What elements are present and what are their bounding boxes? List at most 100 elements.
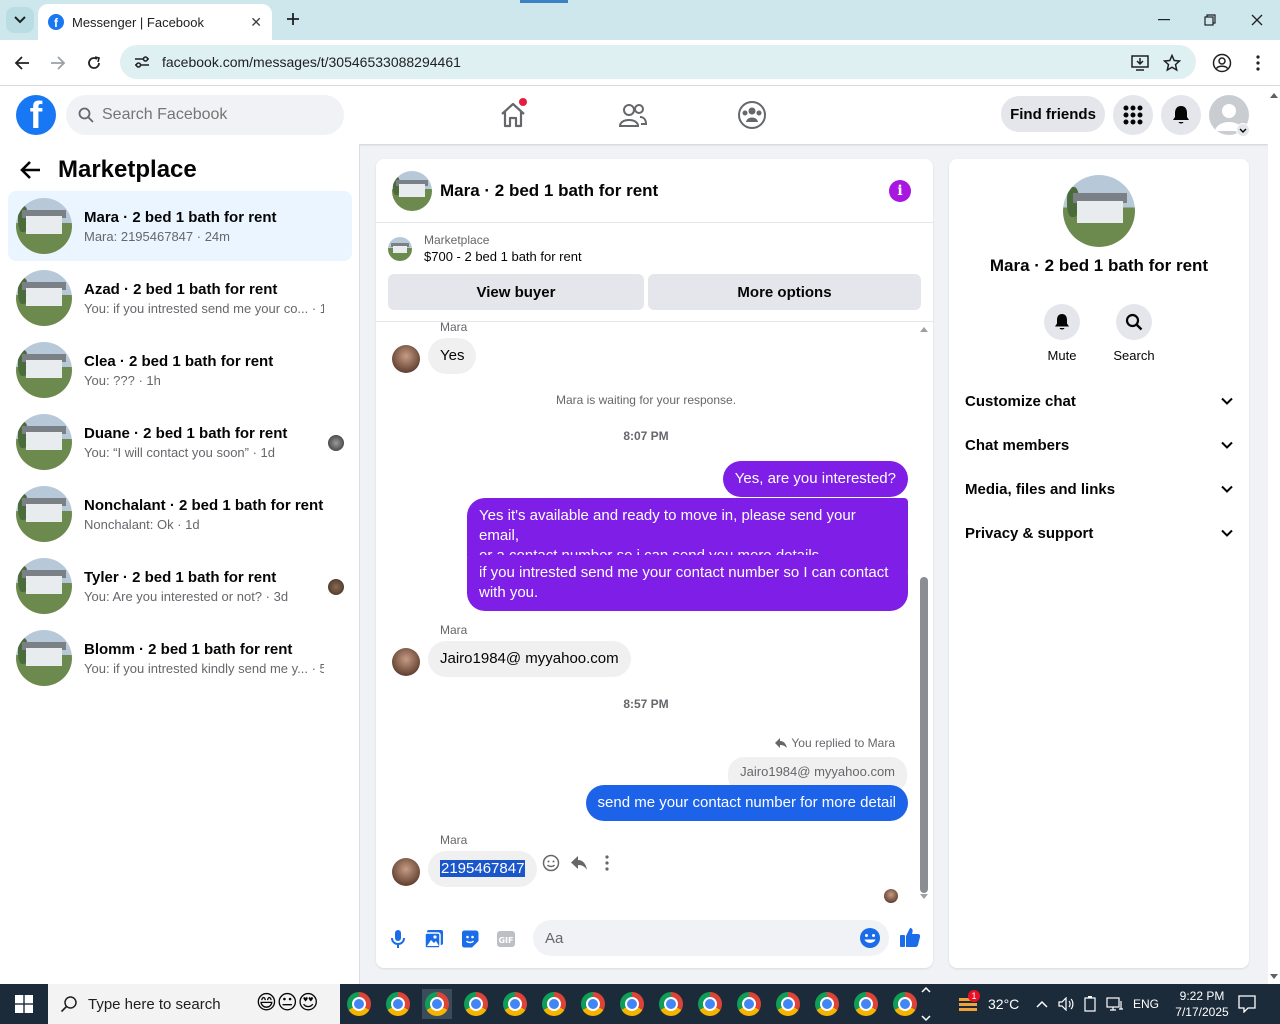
network-button[interactable] — [1106, 984, 1124, 1024]
system-clock[interactable]: 9:22 PM 7/17/2025 — [1170, 984, 1234, 1024]
more-options-button[interactable]: More options — [648, 274, 921, 310]
outgoing-reply-message[interactable]: send me your contact number for more det… — [585, 785, 908, 821]
taskbar-search-box[interactable]: Type here to search 😄😐😍 — [48, 984, 340, 1024]
voice-clip-button[interactable] — [387, 928, 409, 950]
notification-center-button[interactable] — [1238, 984, 1256, 1024]
back-button[interactable] — [8, 49, 36, 77]
chrome-taskbar-app[interactable] — [500, 989, 530, 1019]
new-tab-button[interactable] — [282, 8, 304, 30]
tab-search-button[interactable] — [6, 7, 34, 33]
chrome-taskbar-app[interactable] — [461, 989, 491, 1019]
mute-button[interactable] — [1044, 304, 1080, 340]
weather-widget[interactable]: 1 32°C — [956, 984, 1019, 1024]
chrome-taskbar-app[interactable] — [539, 989, 569, 1019]
friends-nav-button[interactable] — [613, 96, 653, 134]
info-icon[interactable]: i — [889, 180, 911, 202]
notifications-button[interactable] — [1161, 95, 1201, 135]
marketplace-listing-info[interactable]: Marketplace $700 - 2 bed 1 bath for rent — [388, 233, 582, 264]
mara-avatar[interactable] — [392, 648, 420, 676]
restore-button[interactable] — [1187, 0, 1233, 40]
chrome-taskbar-app[interactable] — [851, 989, 881, 1019]
conversation-item[interactable]: Mara · 2 bed 1 bath for rent Mara: 21954… — [8, 191, 352, 261]
tab-close-icon[interactable]: ✕ — [250, 14, 262, 31]
search-action[interactable]: Search — [1104, 304, 1164, 363]
chrome-taskbar-app[interactable] — [578, 989, 608, 1019]
gif-button[interactable]: GIF — [495, 928, 517, 950]
mara-avatar[interactable] — [392, 858, 420, 886]
find-friends-button[interactable]: Find friends — [1001, 96, 1105, 132]
media-files-links-section[interactable]: Media, files and links — [965, 477, 1233, 501]
home-nav-button[interactable] — [493, 96, 533, 134]
customize-chat-section[interactable]: Customize chat — [965, 389, 1233, 413]
chat-scrollbar[interactable] — [919, 325, 929, 901]
react-emoji-icon[interactable] — [542, 854, 560, 872]
conversation-item[interactable]: Tyler · 2 bed 1 bath for rent You: Are y… — [8, 551, 352, 621]
incoming-message[interactable]: 2195467847 — [428, 851, 538, 887]
facebook-search-box[interactable] — [66, 95, 344, 135]
chrome-taskbar-app[interactable] — [695, 989, 725, 1019]
chat-members-section[interactable]: Chat members — [965, 433, 1233, 457]
profile-button[interactable] — [1208, 49, 1236, 77]
like-button[interactable] — [899, 926, 921, 948]
mute-action[interactable]: Mute — [1032, 304, 1092, 363]
chevron-down-icon — [1221, 485, 1233, 493]
outgoing-message[interactable]: if you intrested send me your contact nu… — [467, 555, 908, 611]
emoji-search-highlight-icon: 😄😐😍 — [256, 992, 319, 1014]
address-bar[interactable]: facebook.com/messages/t/3054653308829446… — [120, 45, 1196, 79]
scroll-thumb[interactable] — [920, 577, 928, 893]
page-scrollbar[interactable] — [1268, 86, 1280, 984]
chrome-taskbar-app[interactable] — [344, 989, 374, 1019]
incoming-message[interactable]: Jairo1984@ myyahoo.com — [428, 641, 631, 677]
reply-icon — [775, 738, 788, 748]
conversation-item[interactable]: Nonchalant · 2 bed 1 bath for rent Nonch… — [8, 479, 352, 549]
conversation-item[interactable]: Duane · 2 bed 1 bath for rent You: “I wi… — [8, 407, 352, 477]
chrome-taskbar-app[interactable] — [617, 989, 647, 1019]
facebook-logo-icon[interactable]: f — [16, 95, 56, 135]
browser-menu-button[interactable] — [1244, 49, 1272, 77]
incoming-message[interactable]: Yes — [428, 338, 477, 374]
search-in-chat-button[interactable] — [1116, 304, 1152, 340]
chrome-taskbar-app[interactable] — [812, 989, 842, 1019]
outgoing-message[interactable]: Yes, are you interested? — [722, 461, 908, 497]
chrome-taskbar-app[interactable] — [383, 989, 413, 1019]
site-settings-icon[interactable] — [134, 55, 150, 69]
taskbar-overflow-scroller[interactable] — [920, 986, 932, 1022]
bookmark-button[interactable] — [1158, 49, 1186, 77]
install-app-button[interactable] — [1126, 49, 1154, 77]
chrome-taskbar-app[interactable] — [734, 989, 764, 1019]
conversation-item[interactable]: Clea · 2 bed 1 bath for rent You: ??? · … — [8, 335, 352, 405]
mara-avatar[interactable] — [392, 345, 420, 373]
chrome-taskbar-app[interactable] — [773, 989, 803, 1019]
minimize-button[interactable] — [1141, 0, 1187, 40]
more-dots-icon[interactable] — [598, 854, 616, 872]
account-menu-toggle[interactable] — [1236, 123, 1250, 137]
forward-button[interactable] — [44, 49, 72, 77]
reply-icon[interactable] — [570, 855, 588, 871]
privacy-support-section[interactable]: Privacy & support — [965, 521, 1233, 545]
sticker-button[interactable] — [459, 928, 481, 950]
start-button[interactable] — [0, 984, 48, 1024]
show-hidden-icons-button[interactable] — [1036, 984, 1048, 1024]
battery-button[interactable] — [1084, 984, 1096, 1024]
attach-photo-button[interactable] — [423, 928, 445, 950]
chrome-taskbar-app[interactable] — [656, 989, 686, 1019]
close-window-button[interactable] — [1234, 0, 1280, 40]
chrome-taskbar-app[interactable] — [890, 989, 920, 1019]
emoji-button[interactable] — [859, 927, 881, 949]
chrome-taskbar-app-active[interactable] — [422, 989, 452, 1019]
facebook-search-input[interactable] — [102, 106, 322, 124]
input-language[interactable]: ENG — [1133, 984, 1159, 1024]
message-input[interactable] — [533, 920, 889, 956]
browser-tab-messenger[interactable]: f Messenger | Facebook ✕ — [38, 4, 272, 40]
profile-avatar[interactable] — [1063, 175, 1135, 247]
chat-listing-avatar[interactable] — [392, 170, 432, 211]
volume-button[interactable] — [1058, 984, 1074, 1024]
conversation-item[interactable]: Azad · 2 bed 1 bath for rent You: if you… — [8, 263, 352, 333]
view-buyer-button[interactable]: View buyer — [388, 274, 644, 310]
chat-title[interactable]: Mara · 2 bed 1 bath for rent — [440, 181, 658, 201]
reload-button[interactable] — [80, 49, 108, 77]
conversation-item[interactable]: Blomm · 2 bed 1 bath for rent You: if yo… — [8, 623, 352, 693]
menu-button[interactable] — [1113, 95, 1153, 135]
back-arrow-icon[interactable] — [20, 160, 42, 180]
groups-nav-button[interactable] — [732, 96, 772, 134]
